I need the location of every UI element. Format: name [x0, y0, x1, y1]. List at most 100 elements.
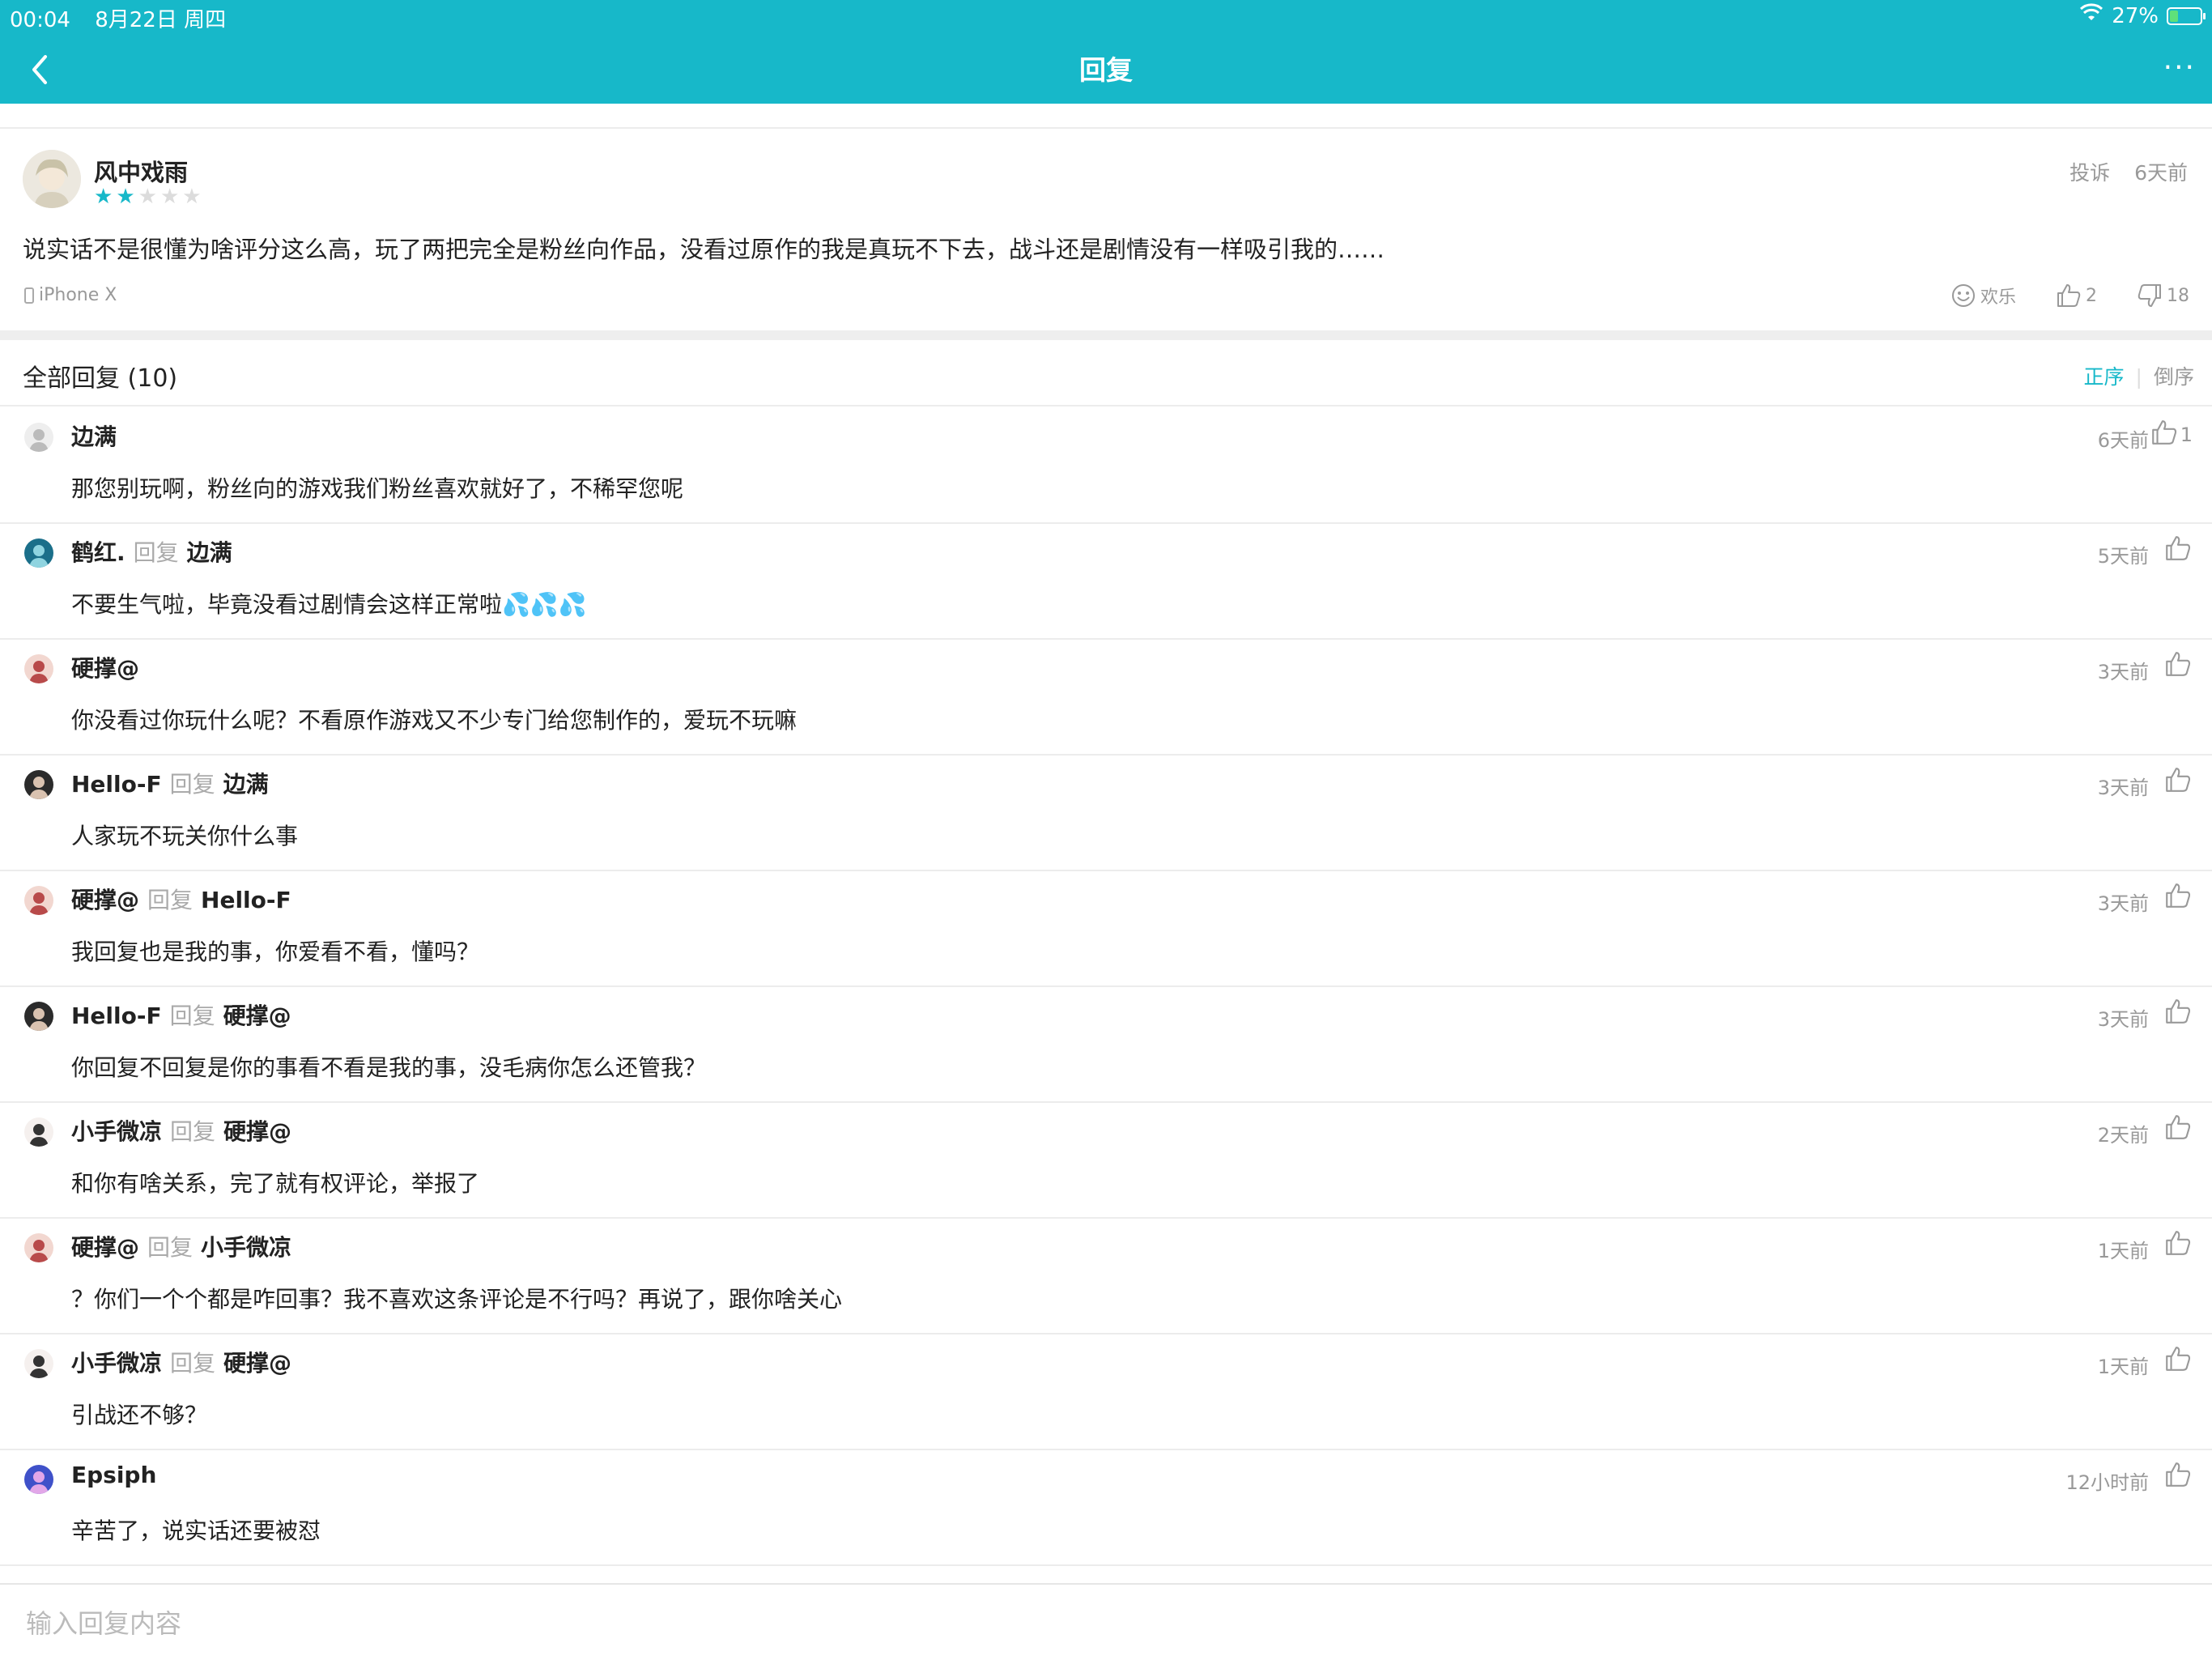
avatar[interactable] [23, 150, 81, 208]
reply-item[interactable]: Hello-F 回复 硬撑@ 3天前 你回复不回复是你的事看不看是我的事，没毛病你怎么还… [0, 985, 2212, 1103]
reply-username[interactable]: 小手微凉 [71, 1118, 162, 1145]
review-actions: 欢乐 2 18 [1911, 282, 2189, 309]
avatar[interactable] [24, 654, 53, 683]
reply-target-username[interactable]: 边满 [187, 539, 232, 566]
reply-username[interactable]: Hello-F [71, 771, 162, 798]
smiley-icon [1951, 284, 1975, 307]
reply-item[interactable]: 鹤红. 回复 边满 5天前 不要生气啦，毕竟没看过剧情会这样正常啦💦💦💦 [0, 522, 2212, 640]
reply-like-button[interactable] [2163, 649, 2193, 683]
reply-time: 2天前 [2097, 1124, 2149, 1147]
sort-descending[interactable]: 倒序 [2154, 365, 2194, 389]
reply-username[interactable]: 硬撑@ [71, 1234, 139, 1261]
avatar[interactable] [24, 1233, 53, 1262]
reply-item[interactable]: 小手微凉 回复 硬撑@ 1天前引战还不够？ [0, 1333, 2212, 1450]
reply-username[interactable]: 硬撑@ [71, 655, 139, 682]
reply-like-button[interactable] [2163, 1113, 2193, 1147]
reply-to-word: 回复 [169, 1002, 215, 1029]
sort-ascending[interactable]: 正序 [2084, 365, 2125, 389]
thumbs-up-icon [2163, 649, 2193, 683]
dislike-button[interactable]: 18 [2136, 282, 2189, 309]
reply-item[interactable]: 硬撑@ 回复 小手微凉 1天前 ？你们一个个都是咋回事？我不喜欢这条评论是不行吗？再说了… [0, 1217, 2212, 1334]
thumbs-up-icon [2163, 765, 2193, 799]
reply-like-button[interactable] [2163, 997, 2193, 1031]
reply-input[interactable] [24, 1603, 2133, 1645]
reply-text: 那您别玩啊，粉丝向的游戏我们粉丝喜欢就好了，不稀罕您呢 [71, 475, 684, 502]
reply-header: Epsiph [71, 1462, 156, 1488]
reply-item[interactable]: 硬撑@ 3天前 你没看过你玩什么呢？不看原作游戏又不少专门给您制作的，爱玩不玩嘛 [0, 638, 2212, 756]
reply-target-username[interactable]: 边满 [223, 771, 269, 798]
reply-like-button[interactable] [2163, 881, 2193, 915]
sort-toggle: 正序 | 倒序 [2084, 361, 2194, 390]
review-meta: 投诉 6天前 [2052, 157, 2188, 186]
reply-to-word: 回复 [170, 1118, 216, 1145]
reply-like-button[interactable]: 1 [2150, 418, 2193, 452]
sort-separator: | [2135, 365, 2142, 389]
reply-time: 12小时前 [2065, 1471, 2149, 1494]
reply-header: Hello-F 回复 边满 [71, 767, 269, 799]
reply-username[interactable]: Epsiph [71, 1462, 156, 1488]
thumbs-up-icon [2163, 1113, 2193, 1147]
reply-username[interactable]: 小手微凉 [71, 1350, 162, 1377]
reply-target-username[interactable]: 硬撑@ [223, 1002, 291, 1029]
reply-username[interactable]: 边满 [71, 424, 117, 450]
avatar[interactable] [24, 538, 53, 568]
reply-time: 1天前 [2097, 1356, 2149, 1378]
reply-text: 我回复也是我的事，你爱看不看，懂吗？ [71, 939, 480, 965]
complain-link[interactable]: 投诉 [2069, 161, 2110, 185]
like-button[interactable]: 2 [2055, 282, 2097, 309]
star-empty-icon: ★ [182, 185, 205, 209]
review-card: 风中戏雨 ★★★★★ 投诉 6天前 说实话不是很懂为啥评分这么高，玩了两把完全是… [0, 130, 2212, 330]
reply-username[interactable]: 硬撑@ [71, 887, 139, 913]
reply-text-wrap: 不要生气啦，毕竟没看过剧情会这样正常啦💦💦💦 [71, 587, 587, 619]
reply-text: 引战还不够？ [71, 1402, 208, 1428]
reply-text: 你回复不回复是你的事看不看是我的事，没毛病你怎么还管我？ [71, 1054, 707, 1081]
more-icon: ··· [2163, 51, 2196, 84]
section-gap [0, 330, 2212, 340]
avatar[interactable] [24, 770, 53, 799]
reply-text-wrap: 你没看过你玩什么呢？不看原作游戏又不少专门给您制作的，爱玩不玩嘛 [71, 703, 797, 735]
reply-username[interactable]: 鹤红. [71, 539, 125, 566]
reply-text-wrap: 辛苦了，说实话还要被怼 [71, 1513, 321, 1546]
reply-target-username[interactable]: 小手微凉 [201, 1234, 291, 1261]
status-bar-left: 00:04 8月22日 周四 [10, 3, 226, 33]
reply-text-wrap: 和你有啥关系，完了就有权评论，举报了 [71, 1166, 479, 1198]
reply-text-wrap: 人家玩不玩关你什么事 [71, 819, 298, 851]
reply-like-button[interactable] [2163, 1460, 2193, 1494]
reply-like-button[interactable] [2163, 765, 2193, 799]
thumbs-up-icon [2163, 997, 2193, 1031]
reply-text: 辛苦了，说实话还要被怼 [71, 1517, 321, 1544]
divider [0, 127, 2212, 129]
device-name: iPhone X [39, 285, 117, 305]
reply-target-username[interactable]: Hello-F [201, 887, 291, 913]
rating-stars: ★★★★★ [94, 185, 205, 209]
avatar[interactable] [24, 886, 53, 915]
reply-item[interactable]: 边满 6天前 1 那您别玩啊，粉丝向的游戏我们粉丝喜欢就好了，不稀罕您呢 [0, 406, 2212, 524]
reply-to-word: 回复 [170, 1350, 216, 1377]
reply-item[interactable]: 小手微凉 回复 硬撑@ 2天前和你有啥关系，完了就有权评论，举报了 [0, 1101, 2212, 1219]
reply-like-button[interactable] [2163, 534, 2193, 568]
avatar[interactable] [24, 1349, 53, 1378]
avatar[interactable] [24, 1002, 53, 1031]
reply-input-bar [0, 1583, 2212, 1660]
funny-button[interactable]: 欢乐 [1950, 282, 2016, 309]
reply-like-button[interactable] [2163, 1344, 2193, 1378]
reply-username[interactable]: Hello-F [71, 1002, 162, 1029]
replies-title: 全部回复 (10) [23, 364, 178, 393]
star-empty-icon: ★ [160, 185, 183, 209]
more-button[interactable]: ··· [2163, 53, 2196, 83]
thumbs-up-icon [2163, 1228, 2193, 1262]
reply-item[interactable]: Epsiph 12小时前辛苦了，说实话还要被怼 [0, 1449, 2212, 1566]
reply-header: Hello-F 回复 硬撑@ [71, 998, 291, 1031]
avatar[interactable] [24, 1117, 53, 1147]
funny-label: 欢乐 [1980, 287, 2016, 308]
avatar[interactable] [24, 423, 53, 452]
avatar[interactable] [24, 1465, 53, 1494]
reply-target-username[interactable]: 硬撑@ [223, 1118, 291, 1145]
reply-item[interactable]: 硬撑@ 回复 Hello-F 3天前 我回复也是我的事，你爱看不看，懂吗？ [0, 870, 2212, 987]
reply-target-username[interactable]: 硬撑@ [223, 1350, 291, 1377]
reply-like-button[interactable] [2163, 1228, 2193, 1262]
battery-fill [2170, 10, 2178, 22]
reply-item[interactable]: Hello-F 回复 边满 3天前 人家玩不玩关你什么事 [0, 754, 2212, 871]
review-username[interactable]: 风中戏雨 [94, 154, 188, 188]
reply-header: 硬撑@ 回复 Hello-F [71, 883, 291, 915]
